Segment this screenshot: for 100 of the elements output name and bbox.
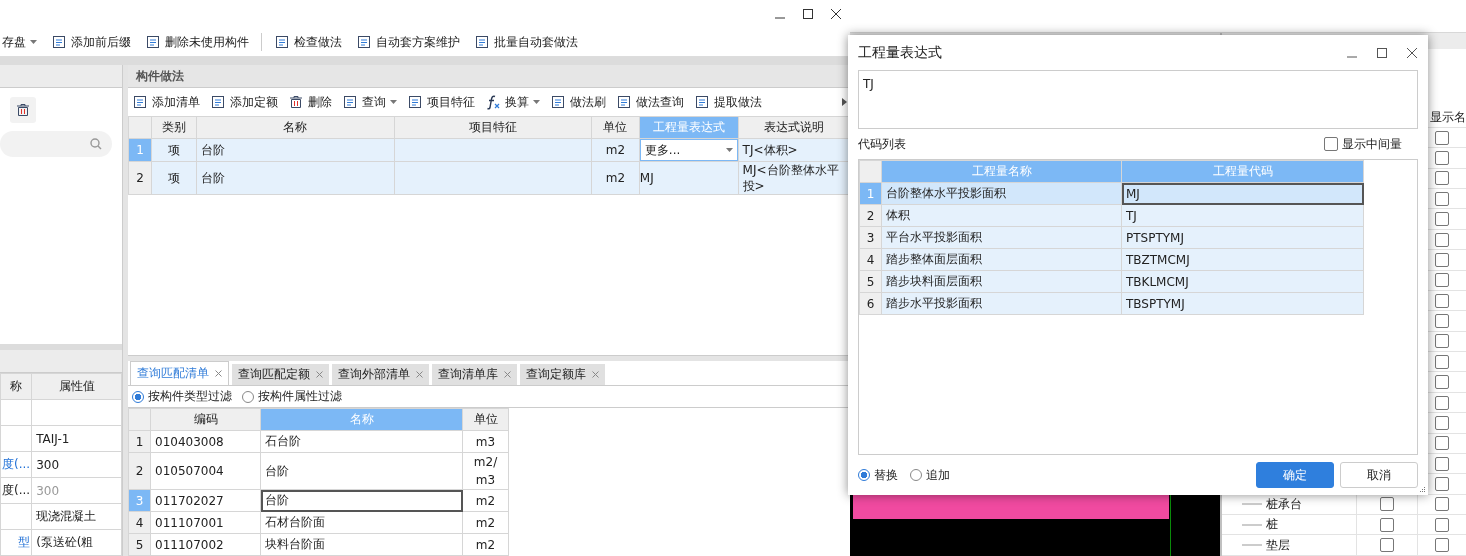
toolbar-button[interactable]: 项目特征	[405, 91, 477, 113]
checkbox[interactable]	[1435, 130, 1449, 145]
close-icon[interactable]	[1406, 46, 1418, 59]
column-header[interactable]: 名称	[196, 116, 395, 139]
checkbox[interactable]	[1435, 252, 1449, 267]
checkbox[interactable]	[1380, 538, 1394, 553]
column-header[interactable]: 单位	[462, 408, 509, 431]
checkbox[interactable]	[1435, 232, 1449, 247]
radio-label[interactable]: 替换	[874, 466, 898, 484]
row-number[interactable]: 4	[859, 248, 882, 271]
table-cell[interactable]: 台阶整体水平投影面积	[881, 182, 1122, 205]
checkbox[interactable]	[1435, 395, 1449, 410]
maximize-icon[interactable]	[802, 8, 814, 20]
radio-label[interactable]: 追加	[926, 466, 950, 484]
checkbox[interactable]	[1435, 456, 1449, 471]
cancel-button[interactable]: 取消	[1340, 462, 1418, 488]
table-cell[interactable]: 平台水平投影面积	[881, 226, 1122, 249]
toolbar-button[interactable]: 批量自动套做法	[472, 31, 580, 53]
checkbox[interactable]	[1435, 212, 1449, 227]
table-cell[interactable]: PTSPTYMJ	[1121, 226, 1364, 249]
radio-button[interactable]	[910, 469, 922, 481]
row-number[interactable]: 2	[859, 204, 882, 227]
toolbar-button[interactable]: 换算	[483, 91, 542, 113]
tab[interactable]: 查询匹配定额	[232, 364, 329, 385]
property-name[interactable]: 度(...	[0, 451, 32, 478]
checkbox[interactable]	[1435, 415, 1449, 430]
checkbox[interactable]	[1435, 334, 1449, 349]
toolbar-button[interactable]: 删除	[286, 91, 334, 113]
row-number[interactable]: 5	[859, 270, 882, 293]
toolbar-button[interactable]: 添加前后缀	[49, 31, 133, 53]
row-number[interactable]: 6	[859, 292, 882, 315]
checkbox[interactable]	[1435, 497, 1449, 512]
radio-label[interactable]: 按构件类型过滤	[148, 388, 232, 405]
toolbar-button[interactable]: 自动套方案维护	[354, 31, 462, 53]
toolbar-button[interactable]: 添加定额	[208, 91, 280, 113]
row-number[interactable]: 2	[128, 161, 152, 195]
checkbox-label[interactable]: 显示中间量	[1342, 135, 1402, 153]
toolbar-button[interactable]: 查询	[340, 91, 399, 113]
toolbar-button[interactable]: 做法刷	[548, 91, 608, 113]
checkbox[interactable]	[1435, 436, 1449, 451]
table-cell[interactable]: MJ	[1121, 182, 1364, 205]
property-name[interactable]: 型	[0, 529, 32, 556]
radio-button[interactable]	[132, 390, 144, 403]
checkbox[interactable]	[1435, 538, 1449, 553]
tab[interactable]: 查询清单库	[432, 364, 517, 385]
checkbox[interactable]	[1435, 293, 1449, 308]
row-number[interactable]: 3	[859, 226, 882, 249]
toolbar-button[interactable]: 做法查询	[614, 91, 686, 113]
checkbox[interactable]	[1435, 314, 1449, 329]
checkbox[interactable]	[1435, 273, 1449, 288]
resize-grip-icon[interactable]	[1418, 485, 1426, 493]
checkbox[interactable]	[1380, 497, 1394, 512]
column-header[interactable]: 编码	[150, 408, 261, 431]
radio-label[interactable]: 按构件属性过滤	[258, 388, 342, 405]
checkbox[interactable]	[1435, 354, 1449, 369]
search-field[interactable]	[0, 131, 112, 157]
checkbox[interactable]	[1435, 191, 1449, 206]
checkbox[interactable]	[1435, 375, 1449, 390]
checkbox[interactable]	[1380, 517, 1394, 532]
table-cell[interactable]: 踏步整体面层面积	[881, 248, 1122, 271]
column-header[interactable]: 表达式说明	[738, 116, 850, 139]
maximize-icon[interactable]	[1376, 46, 1388, 59]
tab[interactable]: 查询定额库	[520, 364, 605, 385]
tree-item[interactable]: 桩	[1266, 516, 1278, 534]
row-number[interactable]: 4	[128, 511, 151, 534]
checkbox[interactable]	[1435, 477, 1449, 492]
column-header[interactable]: 单位	[591, 116, 640, 139]
toolbar-button[interactable]: 添加清单	[130, 91, 202, 113]
toolbar-button[interactable]: 存盘	[0, 31, 39, 53]
tree-item[interactable]: 垫层	[1266, 536, 1290, 554]
dropdown-field[interactable]: 更多...	[639, 139, 738, 161]
checkbox[interactable]	[1324, 137, 1338, 151]
toolbar-button[interactable]: 删除未使用构件	[143, 31, 251, 53]
table-cell[interactable]: TBSPTYMJ	[1121, 292, 1364, 315]
table-cell[interactable]: 踏步块料面层面积	[881, 270, 1122, 293]
expression-field[interactable]: TJ	[858, 70, 1418, 129]
table-cell[interactable]: TBZTMCMJ	[1121, 248, 1364, 271]
radio-button[interactable]	[858, 469, 870, 481]
radio-button[interactable]	[242, 390, 254, 403]
checkbox[interactable]	[1435, 151, 1449, 166]
table-cell[interactable]: TJ	[1121, 204, 1364, 227]
document-icon	[210, 94, 226, 110]
ok-button[interactable]: 确定	[1256, 462, 1334, 488]
delete-button[interactable]	[10, 97, 36, 123]
checkbox[interactable]	[1435, 517, 1449, 532]
table-cell[interactable]: TBKLMCMJ	[1121, 270, 1364, 293]
tree-item[interactable]: 桩承台	[1266, 495, 1302, 513]
table-cell[interactable]: 体积	[881, 204, 1122, 227]
row-number[interactable]: 2	[128, 452, 151, 490]
tab[interactable]: 查询外部清单	[332, 364, 429, 385]
close-icon[interactable]	[830, 8, 842, 20]
column-header[interactable]: 项目特征	[394, 116, 592, 139]
table-cell[interactable]: 踏步水平投影面积	[881, 292, 1122, 315]
checkbox[interactable]	[1435, 171, 1449, 186]
column-header[interactable]: 类别	[151, 116, 197, 139]
toolbar-button[interactable]: 检查做法	[272, 31, 344, 53]
toolbar-button[interactable]: 提取做法	[692, 91, 764, 113]
row-number[interactable]: 5	[128, 533, 151, 556]
row-number[interactable]: 1	[128, 430, 151, 453]
tab[interactable]: 查询匹配清单	[130, 361, 229, 385]
